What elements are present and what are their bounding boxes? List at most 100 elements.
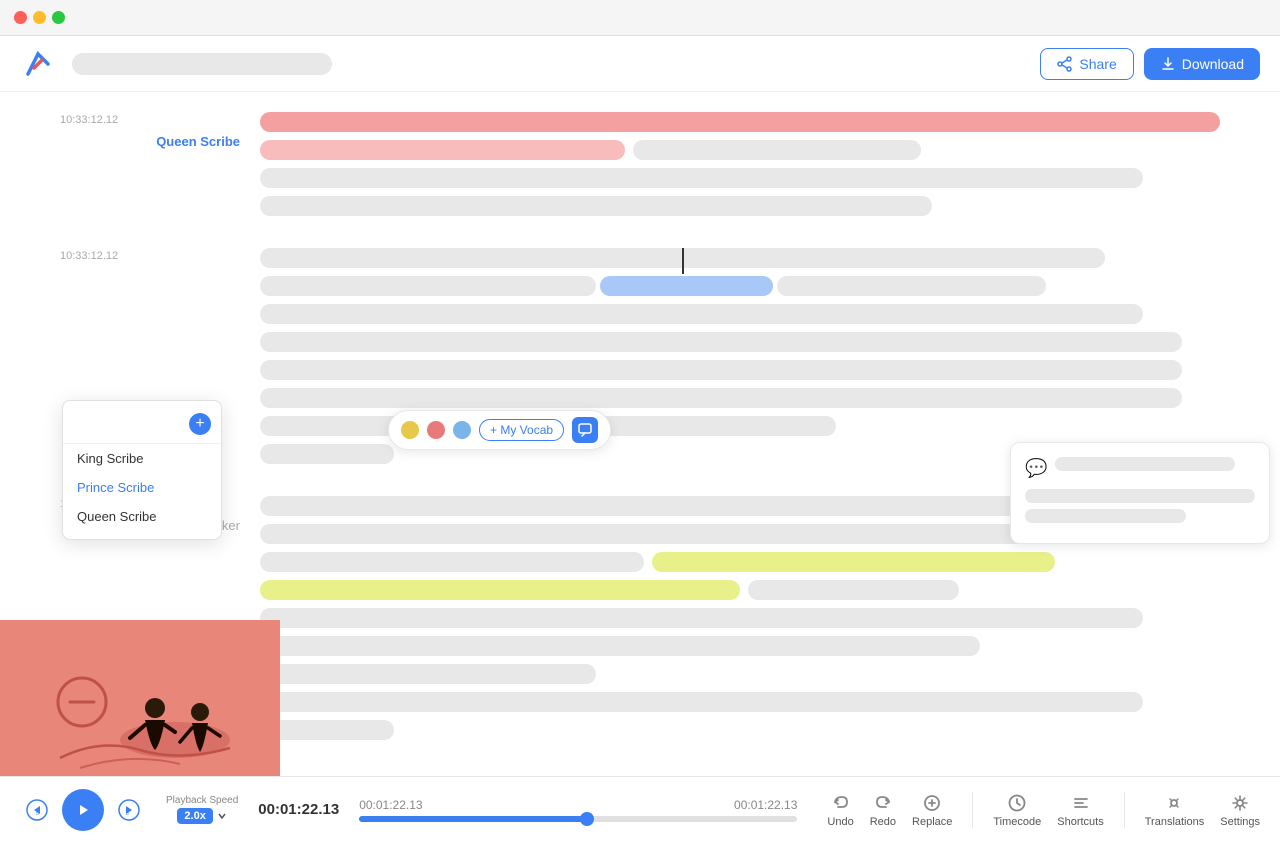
speed-label: Playback Speed [166, 795, 238, 806]
progress-handle[interactable] [580, 812, 594, 826]
speaker-name-queen[interactable]: Queen Scribe [60, 134, 260, 149]
comment-button[interactable] [572, 417, 598, 443]
title-bar [72, 53, 332, 75]
progress-fill [359, 816, 587, 822]
shortcuts-icon [1070, 792, 1092, 814]
progress-times: 00:01:22.13 00:01:22.13 [359, 798, 797, 812]
transcript-block-1: 10:33:12.12 Queen Scribe [60, 112, 1220, 224]
content-col-1 [260, 112, 1220, 224]
speaker-col-1: 10:33:12.12 Queen Scribe [60, 112, 260, 224]
selected-line [260, 276, 1220, 296]
toolbar-divider-1 [972, 792, 973, 828]
text-cursor [682, 248, 684, 274]
text-selected [600, 276, 773, 296]
comment-bubble-icon: 💬 [1025, 458, 1047, 479]
timecode-icon [1006, 792, 1028, 814]
undo-label: Undo [827, 816, 853, 828]
app: Share Download 10:33:12.12 Queen Scribe [0, 36, 1280, 842]
play-button[interactable] [62, 789, 104, 831]
text-line [260, 360, 1182, 380]
bottom-toolbar: 5 5 Playback Speed 2.0x [0, 776, 1280, 842]
annotation-toolbar: + My Vocab [388, 410, 611, 450]
dropdown-add-button[interactable]: + [189, 413, 211, 435]
toolbar-divider-2 [1124, 792, 1125, 828]
maximize-button[interactable] [52, 11, 65, 24]
timecode-label: Timecode [993, 816, 1041, 828]
redo-action[interactable]: Redo [870, 792, 896, 828]
progress-area[interactable]: 00:01:22.13 00:01:22.13 [339, 798, 817, 822]
text-line [260, 664, 596, 684]
text-line [260, 332, 1182, 352]
replace-action[interactable]: Replace [912, 792, 952, 828]
settings-label: Settings [1220, 816, 1260, 828]
text-line [260, 720, 394, 740]
redo-icon [872, 792, 894, 814]
speaker-dropdown[interactable]: + King Scribe Prince Scribe Queen Scribe [62, 400, 222, 540]
dropdown-item-prince[interactable]: Prince Scribe [63, 473, 221, 502]
text-line [260, 444, 394, 464]
window-chrome [0, 0, 1280, 36]
time-end: 00:01:22.13 [734, 798, 797, 812]
settings-icon [1229, 792, 1251, 814]
header: Share Download [0, 36, 1280, 92]
add-vocab-button[interactable]: + My Vocab [479, 419, 564, 441]
color-blue-dot[interactable] [453, 421, 471, 439]
transcript-block-2: 10:33:12.12 [60, 248, 1220, 472]
time-start: 00:01:22.13 [359, 798, 422, 812]
text-line [260, 524, 1076, 544]
share-button[interactable]: Share [1040, 48, 1133, 80]
close-button[interactable] [14, 11, 27, 24]
rewind-button[interactable]: 5 [20, 793, 54, 827]
text-line [777, 276, 1046, 296]
minimize-button[interactable] [33, 11, 46, 24]
translations-icon [1163, 792, 1185, 814]
speed-control: Playback Speed 2.0x [166, 795, 238, 824]
text-line [260, 636, 980, 656]
svg-text:5: 5 [36, 811, 39, 817]
replace-label: Replace [912, 816, 952, 828]
text-line-yellow [652, 552, 1055, 572]
forward-button[interactable]: 5 [112, 793, 146, 827]
shortcuts-action[interactable]: Shortcuts [1057, 792, 1103, 828]
color-yellow-dot[interactable] [401, 421, 419, 439]
text-line [260, 388, 1182, 408]
download-label: Download [1182, 56, 1244, 72]
rewind-icon: 5 [25, 798, 49, 822]
comment-icon [578, 423, 592, 437]
undo-action[interactable]: Undo [827, 792, 853, 828]
svg-text:5: 5 [126, 811, 129, 817]
playback-controls: 5 5 [20, 789, 146, 831]
progress-bar[interactable] [359, 816, 797, 822]
dropdown-search-input[interactable] [73, 417, 185, 432]
text-line [633, 140, 921, 160]
undo-icon [830, 792, 852, 814]
translations-label: Translations [1145, 816, 1205, 828]
comment-bubble: 💬 [1010, 442, 1270, 544]
text-line [260, 168, 1143, 188]
redo-label: Redo [870, 816, 896, 828]
dropdown-item-king[interactable]: King Scribe [63, 444, 221, 473]
dropdown-item-queen[interactable]: Queen Scribe [63, 502, 221, 531]
text-line [260, 692, 1143, 712]
right-toolbar: Undo Redo Replace [827, 792, 1260, 828]
timecode-action[interactable]: Timecode [993, 792, 1041, 828]
comment-text-line [1025, 509, 1186, 523]
translations-action[interactable]: Translations [1145, 792, 1205, 828]
color-red-dot[interactable] [427, 421, 445, 439]
timestamp-1: 10:33:12.12 [60, 114, 260, 126]
text-line-yellow [260, 580, 740, 600]
timestamp-2: 10:33:12.12 [60, 250, 260, 262]
app-logo [20, 46, 56, 82]
dropdown-search: + [63, 409, 221, 444]
text-line [260, 276, 596, 296]
timecode-display: 00:01:22.13 [258, 801, 339, 818]
text-line [260, 112, 1220, 132]
comment-text-line [1025, 489, 1255, 503]
text-line [260, 248, 1105, 268]
forward-icon: 5 [117, 798, 141, 822]
speed-value[interactable]: 2.0x [177, 808, 212, 824]
download-icon [1160, 56, 1176, 72]
settings-action[interactable]: Settings [1220, 792, 1260, 828]
download-button[interactable]: Download [1144, 48, 1260, 80]
share-icon [1057, 56, 1073, 72]
